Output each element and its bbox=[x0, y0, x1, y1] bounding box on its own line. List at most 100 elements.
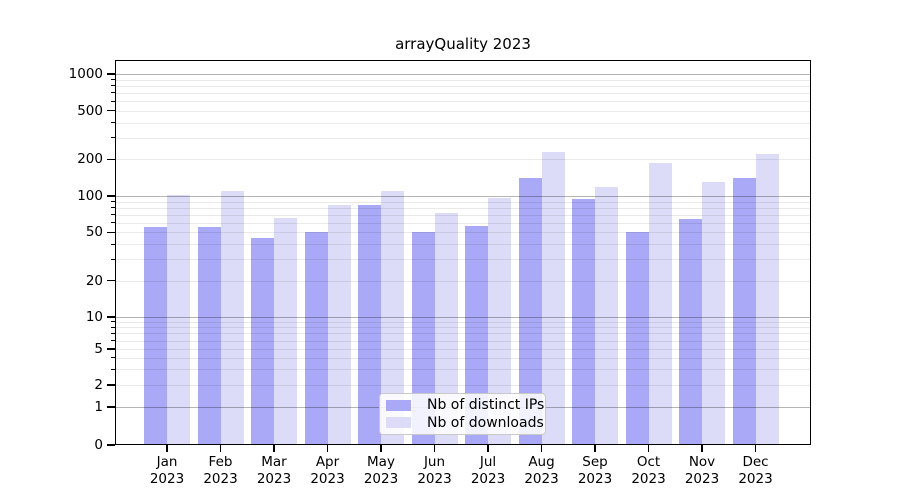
legend-item-downloads: Nb of downloads bbox=[386, 415, 541, 431]
x-tick-mark bbox=[755, 445, 756, 452]
x-tick-mark bbox=[166, 445, 167, 452]
minor-gridline bbox=[116, 93, 810, 94]
minor-gridline bbox=[116, 202, 810, 203]
y-tick-label: 500 bbox=[38, 102, 103, 120]
y-tick-label: 100 bbox=[38, 187, 103, 205]
minor-gridline bbox=[116, 101, 810, 102]
bar-downloads bbox=[595, 187, 618, 445]
y-minor-tick-mark bbox=[111, 232, 115, 233]
y-tick-mark bbox=[107, 232, 115, 233]
minor-gridline bbox=[116, 369, 810, 370]
x-tick-label: Jul 2023 bbox=[456, 454, 520, 488]
minor-gridline bbox=[116, 341, 810, 342]
y-minor-tick-mark bbox=[111, 201, 115, 202]
y-minor-tick-mark bbox=[111, 340, 115, 341]
y-minor-tick-mark bbox=[111, 110, 115, 111]
minor-gridline bbox=[116, 138, 810, 139]
y-tick-label: 0 bbox=[38, 436, 103, 454]
y-minor-tick-mark bbox=[111, 122, 115, 123]
y-tick-label: 1000 bbox=[38, 65, 103, 83]
legend: Nb of distinct IPs Nb of downloads bbox=[379, 393, 546, 435]
bar-distinct-ips bbox=[198, 227, 221, 445]
y-tick-mark bbox=[107, 384, 115, 385]
x-tick-mark bbox=[648, 445, 649, 452]
x-tick-mark bbox=[701, 445, 702, 452]
bar-downloads bbox=[328, 205, 351, 445]
bar-distinct-ips bbox=[251, 238, 274, 445]
minor-gridline bbox=[116, 223, 810, 224]
x-tick-mark bbox=[273, 445, 274, 452]
minor-gridline bbox=[116, 333, 810, 334]
y-tick-label: 20 bbox=[38, 272, 103, 290]
y-minor-tick-mark bbox=[111, 369, 115, 370]
y-minor-tick-mark bbox=[111, 349, 115, 350]
y-tick-mark bbox=[107, 110, 115, 111]
legend-label-distinct-ips: Nb of distinct IPs bbox=[427, 397, 544, 413]
legend-swatch-downloads bbox=[386, 417, 411, 428]
x-tick-mark bbox=[380, 445, 381, 452]
y-tick-mark bbox=[107, 444, 115, 445]
minor-gridline bbox=[116, 281, 810, 282]
y-tick-mark bbox=[107, 195, 115, 196]
bar-distinct-ips bbox=[305, 232, 328, 445]
y-minor-tick-mark bbox=[111, 385, 115, 386]
y-minor-tick-mark bbox=[111, 207, 115, 208]
legend-label-downloads: Nb of downloads bbox=[427, 415, 544, 431]
y-minor-tick-mark bbox=[111, 137, 115, 138]
minor-gridline bbox=[116, 86, 810, 87]
y-minor-tick-mark bbox=[111, 357, 115, 358]
x-tick-mark bbox=[220, 445, 221, 452]
x-tick-label: Apr 2023 bbox=[296, 454, 360, 488]
x-tick-mark bbox=[327, 445, 328, 452]
x-tick-mark bbox=[594, 445, 595, 452]
minor-gridline bbox=[116, 208, 810, 209]
x-tick-label: May 2023 bbox=[349, 454, 413, 488]
y-tick-mark bbox=[107, 280, 115, 281]
x-tick-label: Jun 2023 bbox=[403, 454, 467, 488]
y-tick-label: 10 bbox=[38, 308, 103, 326]
y-tick-label: 1 bbox=[38, 398, 103, 416]
bar-downloads bbox=[167, 195, 190, 445]
bar-distinct-ips bbox=[626, 232, 649, 445]
minor-gridline bbox=[116, 349, 810, 350]
y-minor-tick-mark bbox=[111, 259, 115, 260]
x-tick-label: Nov 2023 bbox=[670, 454, 734, 488]
minor-gridline bbox=[116, 358, 810, 359]
y-minor-tick-mark bbox=[111, 159, 115, 160]
x-tick-label: Sep 2023 bbox=[563, 454, 627, 488]
download-stats-chart: arrayQuality 2023 0125102050100200500100… bbox=[0, 0, 900, 500]
legend-swatch-distinct-ips bbox=[386, 400, 411, 411]
bar-distinct-ips bbox=[144, 227, 167, 445]
y-minor-tick-mark bbox=[111, 92, 115, 93]
y-minor-tick-mark bbox=[111, 280, 115, 281]
y-tick-mark bbox=[107, 73, 115, 74]
bar-distinct-ips bbox=[733, 178, 756, 445]
y-minor-tick-mark bbox=[111, 214, 115, 215]
y-tick-label: 200 bbox=[38, 150, 103, 168]
y-tick-label: 2 bbox=[38, 376, 103, 394]
y-minor-tick-mark bbox=[111, 321, 115, 322]
x-tick-label: Feb 2023 bbox=[189, 454, 253, 488]
y-tick-mark bbox=[107, 316, 115, 317]
y-minor-tick-mark bbox=[111, 222, 115, 223]
legend-item-distinct-ips: Nb of distinct IPs bbox=[386, 397, 541, 413]
chart-title: arrayQuality 2023 bbox=[115, 34, 811, 54]
minor-gridline bbox=[116, 80, 810, 81]
x-tick-label: Aug 2023 bbox=[510, 454, 574, 488]
y-minor-tick-mark bbox=[111, 85, 115, 86]
x-tick-mark bbox=[541, 445, 542, 452]
major-gridline bbox=[116, 74, 810, 75]
minor-gridline bbox=[116, 159, 810, 160]
x-tick-mark bbox=[434, 445, 435, 452]
x-tick-label: Dec 2023 bbox=[724, 454, 788, 488]
y-minor-tick-mark bbox=[111, 244, 115, 245]
y-minor-tick-mark bbox=[111, 101, 115, 102]
bar-downloads bbox=[702, 182, 725, 445]
bar-distinct-ips bbox=[679, 219, 702, 445]
plot-frame bbox=[115, 60, 811, 445]
major-gridline bbox=[116, 196, 810, 197]
x-tick-label: Oct 2023 bbox=[617, 454, 681, 488]
bar-distinct-ips bbox=[572, 199, 595, 445]
bar-downloads bbox=[649, 163, 672, 445]
major-gridline bbox=[116, 317, 810, 318]
